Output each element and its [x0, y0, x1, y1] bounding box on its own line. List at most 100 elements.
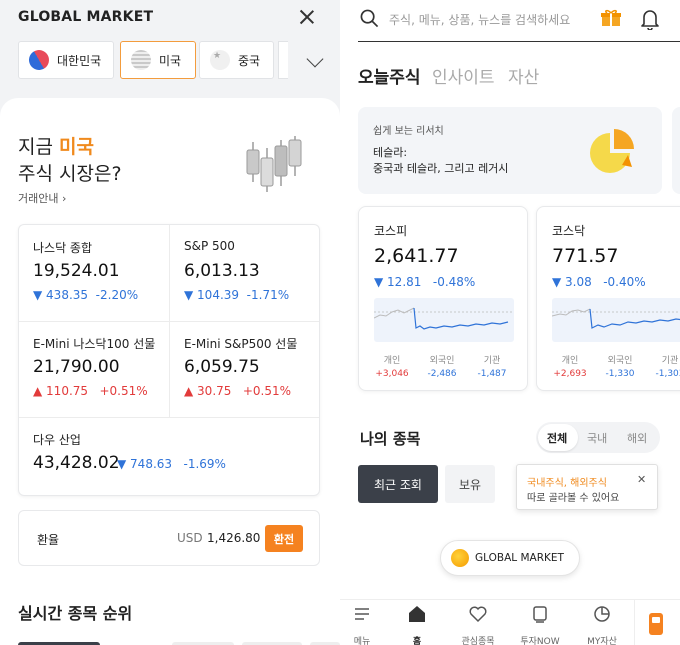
market-change: ▼ 3.08 -0.40%: [552, 275, 646, 289]
research-card-next[interactable]: [672, 107, 680, 194]
global-market-floating-button[interactable]: GLOBAL MARKET: [440, 540, 580, 576]
nav-quick-trade[interactable]: [634, 600, 680, 645]
market-value: 2,641.77: [374, 245, 459, 267]
segment-overseas[interactable]: 해외: [627, 430, 647, 446]
country-label: 대한민국: [57, 53, 102, 68]
change-amount: ▼ 3.08: [552, 275, 592, 289]
change-rate: +0.51%: [242, 384, 292, 398]
nav-watchlist[interactable]: 관심종목: [448, 605, 508, 645]
exchange-rate-value: 1,426.80: [207, 531, 261, 545]
trading-guide-link[interactable]: 거래안내 ›: [18, 190, 66, 206]
change-rate: -1.69%: [183, 457, 226, 471]
recent-view-button[interactable]: 최근 조회: [358, 465, 438, 503]
holdings-button[interactable]: 보유: [445, 465, 495, 503]
change-amount: ▼ 438.35: [33, 288, 89, 302]
change-rate: +0.51%: [99, 384, 148, 398]
hero-heading-line1: 지금 미국: [18, 132, 94, 159]
bell-icon[interactable]: [640, 8, 660, 30]
investor-label: 개인: [561, 356, 579, 366]
investor-foreign: 외국인 -1,330: [597, 353, 643, 379]
pie-icon: [594, 606, 610, 622]
research-subtitle: 쉽게 보는 리서치: [373, 126, 444, 137]
change-amount: ▼ 748.63: [117, 457, 173, 471]
global-market-panel: GLOBAL MARKET 대한민국 미국 중국 지금 미국 주식 시장은? 거…: [0, 0, 340, 645]
index-nasdaq[interactable]: 나스닥 종합 19,524.01 ▼ 438.35 -2.20%: [19, 225, 169, 321]
research-card[interactable]: 쉽게 보는 리서치 테슬라: 중국과 테슬라, 그리고 레거시: [358, 107, 662, 194]
country-chip-china[interactable]: 중국: [199, 41, 274, 79]
nav-home[interactable]: 홈: [387, 605, 447, 645]
index-emini-nasdaq100[interactable]: E-Mini 나스닥100 선물 21,790.00 ▲ 110.75 +0.5…: [19, 321, 169, 417]
tab-assets[interactable]: 자산: [508, 63, 539, 88]
market-card-kosdaq[interactable]: 코스닥 771.57 ▼ 3.08 -0.40% 개인 +2,693 외국인 -1,…: [536, 206, 680, 391]
currency-code: USD: [177, 531, 203, 545]
country-chip-more[interactable]: [278, 41, 288, 79]
realtime-ranking-title: 실시간 종목 순위: [18, 604, 133, 623]
close-icon[interactable]: [296, 6, 318, 28]
country-label: 중국: [238, 53, 261, 68]
investor-institution: 기관 -1,487: [469, 353, 515, 379]
country-chip-usa[interactable]: 미국: [120, 41, 196, 79]
segment-domestic[interactable]: 국내: [587, 430, 607, 446]
index-change: ▼ 438.35 -2.20%: [33, 288, 138, 302]
nav-menu[interactable]: 메뉴: [340, 605, 392, 645]
index-emini-sp500[interactable]: E-Mini S&P500 선물 6,059.75 ▲ 30.75 +0.51%: [170, 321, 320, 417]
gift-icon[interactable]: [601, 9, 621, 27]
search-input[interactable]: 주식, 메뉴, 상품, 뉴스를 검색하세요: [389, 11, 570, 28]
nav-my-assets[interactable]: MY자산: [572, 605, 632, 645]
research-title-line2: 중국과 테슬라, 그리고 레거시: [373, 162, 509, 175]
investor-label: 개인: [383, 356, 401, 366]
segment-all[interactable]: 전체: [547, 430, 567, 446]
investor-label: 외국인: [429, 356, 455, 366]
change-amount: ▲ 110.75: [33, 384, 89, 398]
index-dow[interactable]: 다우 산업 43,428.02 ▼ 748.63 -1.69%: [19, 417, 319, 513]
close-icon[interactable]: ✕: [637, 473, 646, 486]
nav-invest-now[interactable]: 투자NOW: [510, 605, 570, 645]
investor-value: -1,303: [655, 369, 680, 379]
index-name: 다우 산업: [33, 433, 81, 447]
index-name: E-Mini S&P500 선물: [184, 337, 298, 351]
investor-foreign: 외국인 -2,486: [419, 353, 465, 379]
market-name: 코스피: [374, 224, 408, 238]
investor-value: -2,486: [427, 369, 457, 379]
home-icon: [409, 606, 425, 622]
market-content: 지금 미국 주식 시장은? 거래안내 › 나스닥 종합 19,524.01 ▼ …: [0, 98, 340, 645]
change-amount: ▲ 30.75: [184, 384, 232, 398]
research-title-line1: 테슬라:: [373, 146, 408, 159]
market-card-kospi[interactable]: 코스피 2,641.77 ▼ 12.81 -0.48% 개인 +3,046 외국인…: [358, 206, 528, 391]
exchange-button[interactable]: 환전: [265, 525, 303, 552]
market-change: ▼ 12.81 -0.48%: [374, 275, 475, 289]
pie-chart-icon: [590, 129, 634, 173]
index-sp500[interactable]: S&P 500 6,013.13 ▼ 104.39 -1.71%: [170, 225, 320, 321]
document-stack-icon: [533, 606, 547, 623]
index-change: ▼ 104.39 -1.71%: [184, 288, 289, 302]
index-value: 19,524.01: [33, 261, 120, 281]
chevron-down-icon[interactable]: [306, 50, 324, 68]
candlestick-icon: [246, 136, 302, 192]
phone-icon: [649, 613, 663, 635]
nav-label: 투자NOW: [520, 637, 560, 645]
index-name: 나스닥 종합: [33, 241, 93, 255]
index-name: S&P 500: [184, 239, 235, 253]
korea-flag-icon: [25, 46, 53, 74]
investor-label: 기관: [661, 356, 679, 366]
exchange-rate-card: 환율 USD 1,426.80 환전: [18, 510, 320, 566]
tab-insight[interactable]: 인사이트: [432, 63, 495, 88]
market-value: 771.57: [552, 245, 619, 267]
change-rate: -1.71%: [246, 288, 290, 302]
country-label: 미국: [159, 53, 182, 68]
intraday-sparkline: [374, 298, 514, 342]
change-rate: -0.48%: [432, 275, 476, 289]
nav-label: MY자산: [587, 637, 617, 645]
region-filter: 전체 국내 해외: [536, 422, 660, 453]
country-chip-korea[interactable]: 대한민국: [18, 41, 114, 79]
index-change: ▼ 748.63 -1.69%: [117, 457, 226, 471]
investor-value: +3,046: [375, 369, 409, 379]
china-flag-icon: [210, 50, 230, 70]
country-selector: 대한민국 미국 중국: [18, 41, 340, 79]
floating-button-label: GLOBAL MARKET: [475, 552, 564, 564]
menu-icon: [355, 608, 369, 620]
nav-label: 관심종목: [461, 637, 495, 645]
tab-today-stock[interactable]: 오늘주식: [358, 63, 421, 88]
index-change: ▲ 110.75 +0.51%: [33, 384, 148, 398]
search-icon[interactable]: [360, 9, 379, 28]
